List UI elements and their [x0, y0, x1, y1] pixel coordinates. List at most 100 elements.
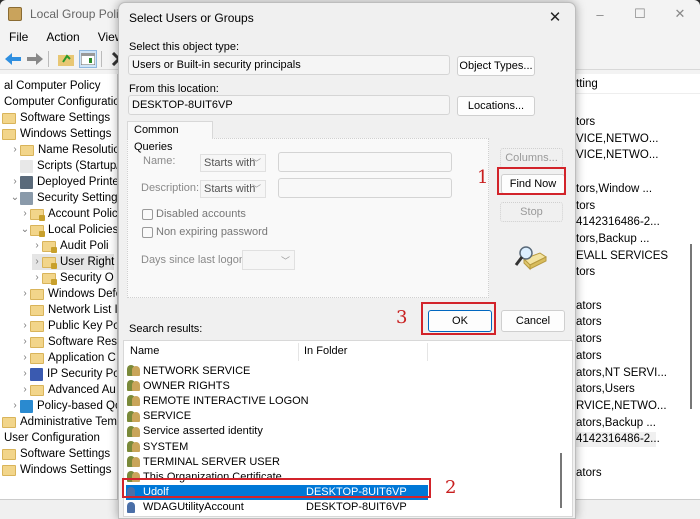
tree-item[interactable]: › Account Polic — [20, 206, 117, 222]
results-scrollbar[interactable] — [560, 453, 562, 508]
details-row[interactable]: tors — [576, 266, 595, 278]
details-row[interactable]: tors,Window ... — [576, 183, 652, 195]
chevron-right-icon[interactable]: › — [10, 142, 20, 158]
result-row[interactable]: TERMINAL SERVER USER — [126, 454, 430, 469]
details-row[interactable]: ators — [576, 333, 602, 345]
show-hide-tree-icon[interactable] — [79, 49, 97, 68]
column-header-setting[interactable]: tting — [576, 78, 598, 90]
tree-item[interactable]: › Policy-based QoS — [10, 398, 117, 414]
tree-item[interactable]: Windows Settings — [2, 462, 111, 478]
result-row[interactable]: OWNER RIGHTS — [126, 378, 430, 393]
description-mode-select[interactable]: Starts with ﹀ — [200, 180, 266, 198]
tree-item[interactable]: Windows Settings — [2, 126, 111, 142]
tree-item[interactable]: › Application C — [20, 350, 115, 366]
chevron-right-icon[interactable]: › — [10, 174, 20, 190]
result-row[interactable]: SERVICE — [126, 409, 430, 424]
name-input[interactable] — [278, 152, 452, 172]
tree-item[interactable]: › IP Security Po — [20, 366, 117, 382]
result-row[interactable]: SYSTEM — [126, 439, 430, 454]
tree-item[interactable]: › Public Key Po — [20, 318, 117, 334]
tree-item[interactable]: Network List I — [20, 302, 117, 318]
details-row[interactable]: E\ALL SERVICES — [576, 250, 668, 262]
chevron-right-icon[interactable]: › — [32, 270, 42, 286]
days-since-logon-select[interactable]: ﹀ — [242, 250, 295, 270]
chevron-right-icon[interactable]: › — [20, 286, 30, 302]
details-row[interactable]: ators — [576, 300, 602, 312]
tree-item[interactable]: ⌄ Security Settings — [10, 190, 117, 206]
result-row[interactable]: WDAGUtilityAccount DESKTOP-8UIT6VP — [126, 500, 430, 515]
ipsec-icon — [30, 367, 43, 381]
details-row[interactable]: VICE,NETWO... — [576, 149, 658, 161]
menu-action[interactable]: Action — [37, 28, 88, 46]
result-row[interactable]: Service asserted identity — [126, 424, 430, 439]
chevron-right-icon[interactable]: › — [20, 366, 30, 382]
chevron-right-icon[interactable]: › — [20, 334, 30, 350]
details-scrollbar[interactable] — [690, 244, 692, 409]
details-row[interactable]: VICE,NETWO... — [576, 133, 658, 145]
chevron-down-icon[interactable]: ⌄ — [10, 190, 20, 206]
chevron-right-icon[interactable]: › — [10, 398, 20, 414]
up-folder-icon[interactable] — [57, 50, 75, 68]
chevron-right-icon[interactable]: › — [32, 254, 42, 270]
tree-item[interactable]: › Security O — [32, 270, 114, 286]
details-row[interactable]: ators,NT SERVI... — [576, 367, 667, 379]
details-row[interactable]: tors,Backup ... — [576, 233, 650, 245]
tree-item[interactable]: Computer Configuration — [4, 94, 117, 110]
tree-item-label: Audit Poli — [60, 240, 109, 252]
chevron-right-icon[interactable]: › — [20, 382, 30, 398]
tree-item[interactable]: › User Right — [32, 254, 115, 270]
chevron-right-icon[interactable]: › — [20, 206, 30, 222]
non-expiring-password-checkbox[interactable]: Non expiring password — [142, 226, 268, 238]
column-header-in-folder[interactable]: In Folder — [300, 341, 347, 361]
chevron-down-icon[interactable]: ⌄ — [20, 222, 30, 238]
location-label: From this location: — [129, 83, 219, 95]
maximize-button[interactable]: ☐ — [620, 0, 660, 28]
tree-item[interactable]: › Audit Poli — [32, 238, 109, 254]
chevron-right-icon[interactable]: › — [20, 318, 30, 334]
tree-item[interactable]: al Computer Policy — [4, 78, 101, 94]
chevron-right-icon[interactable]: › — [20, 350, 30, 366]
tree-item[interactable]: Software Settings — [2, 110, 110, 126]
details-row[interactable]: RVICE,NETWO... — [576, 400, 667, 412]
details-row[interactable]: ators,Users — [576, 383, 635, 395]
tree-item[interactable]: › Windows Defe — [20, 286, 117, 302]
details-row[interactable]: ators,Backup ... — [576, 417, 656, 429]
locations-button[interactable]: Locations... — [457, 96, 535, 116]
tree-item[interactable]: › Advanced Au — [20, 382, 115, 398]
details-row[interactable]: ators — [576, 350, 602, 362]
result-row[interactable]: REMOTE INTERACTIVE LOGON — [126, 393, 430, 408]
details-row[interactable]: tors — [576, 116, 595, 128]
tree-item[interactable]: Administrative Temp — [2, 414, 117, 430]
result-row[interactable]: NETWORK SERVICE — [126, 363, 430, 378]
name-mode-select[interactable]: Starts with ﹀ — [200, 154, 266, 172]
minimize-button[interactable]: – — [580, 0, 620, 28]
chevron-right-icon[interactable]: › — [32, 238, 42, 254]
tree-item[interactable]: ⌄ Local Policies — [20, 222, 117, 238]
tree-item[interactable]: User Configuration — [4, 430, 100, 446]
forward-arrow-icon[interactable] — [26, 50, 44, 68]
tree-item[interactable]: Software Settings — [2, 446, 110, 462]
details-row[interactable]: tors — [576, 200, 595, 212]
details-row[interactable]: 4142316486-2... — [576, 433, 660, 445]
stop-button[interactable]: Stop — [500, 202, 563, 222]
menu-file[interactable]: File — [0, 28, 37, 46]
back-arrow-icon[interactable] — [4, 50, 22, 68]
tree-item[interactable]: › Name Resolution — [10, 142, 117, 158]
object-types-button[interactable]: Object Types... — [457, 56, 535, 76]
close-button[interactable]: ✕ — [660, 0, 700, 28]
columns-button[interactable]: Columns... — [500, 148, 563, 168]
details-row[interactable]: 4142316486-2... — [576, 216, 660, 228]
tab-common-queries[interactable]: Common Queries — [127, 121, 213, 153]
details-row[interactable]: ators — [576, 316, 602, 328]
column-header-name[interactable]: Name — [126, 341, 159, 361]
dialog-close-button[interactable]: ✕ — [535, 3, 575, 31]
description-input[interactable] — [278, 178, 452, 198]
tree-item[interactable]: › Software Rest — [20, 334, 117, 350]
details-row[interactable]: ators — [576, 467, 602, 479]
folder-icon — [2, 464, 16, 476]
disabled-accounts-checkbox[interactable]: Disabled accounts — [142, 208, 246, 220]
cancel-button[interactable]: Cancel — [501, 310, 565, 332]
tree-item[interactable]: › Deployed Printers — [10, 174, 117, 190]
tree-item[interactable]: Scripts (Startup/S — [10, 158, 117, 174]
tree-item-label: Software Settings — [20, 112, 111, 124]
